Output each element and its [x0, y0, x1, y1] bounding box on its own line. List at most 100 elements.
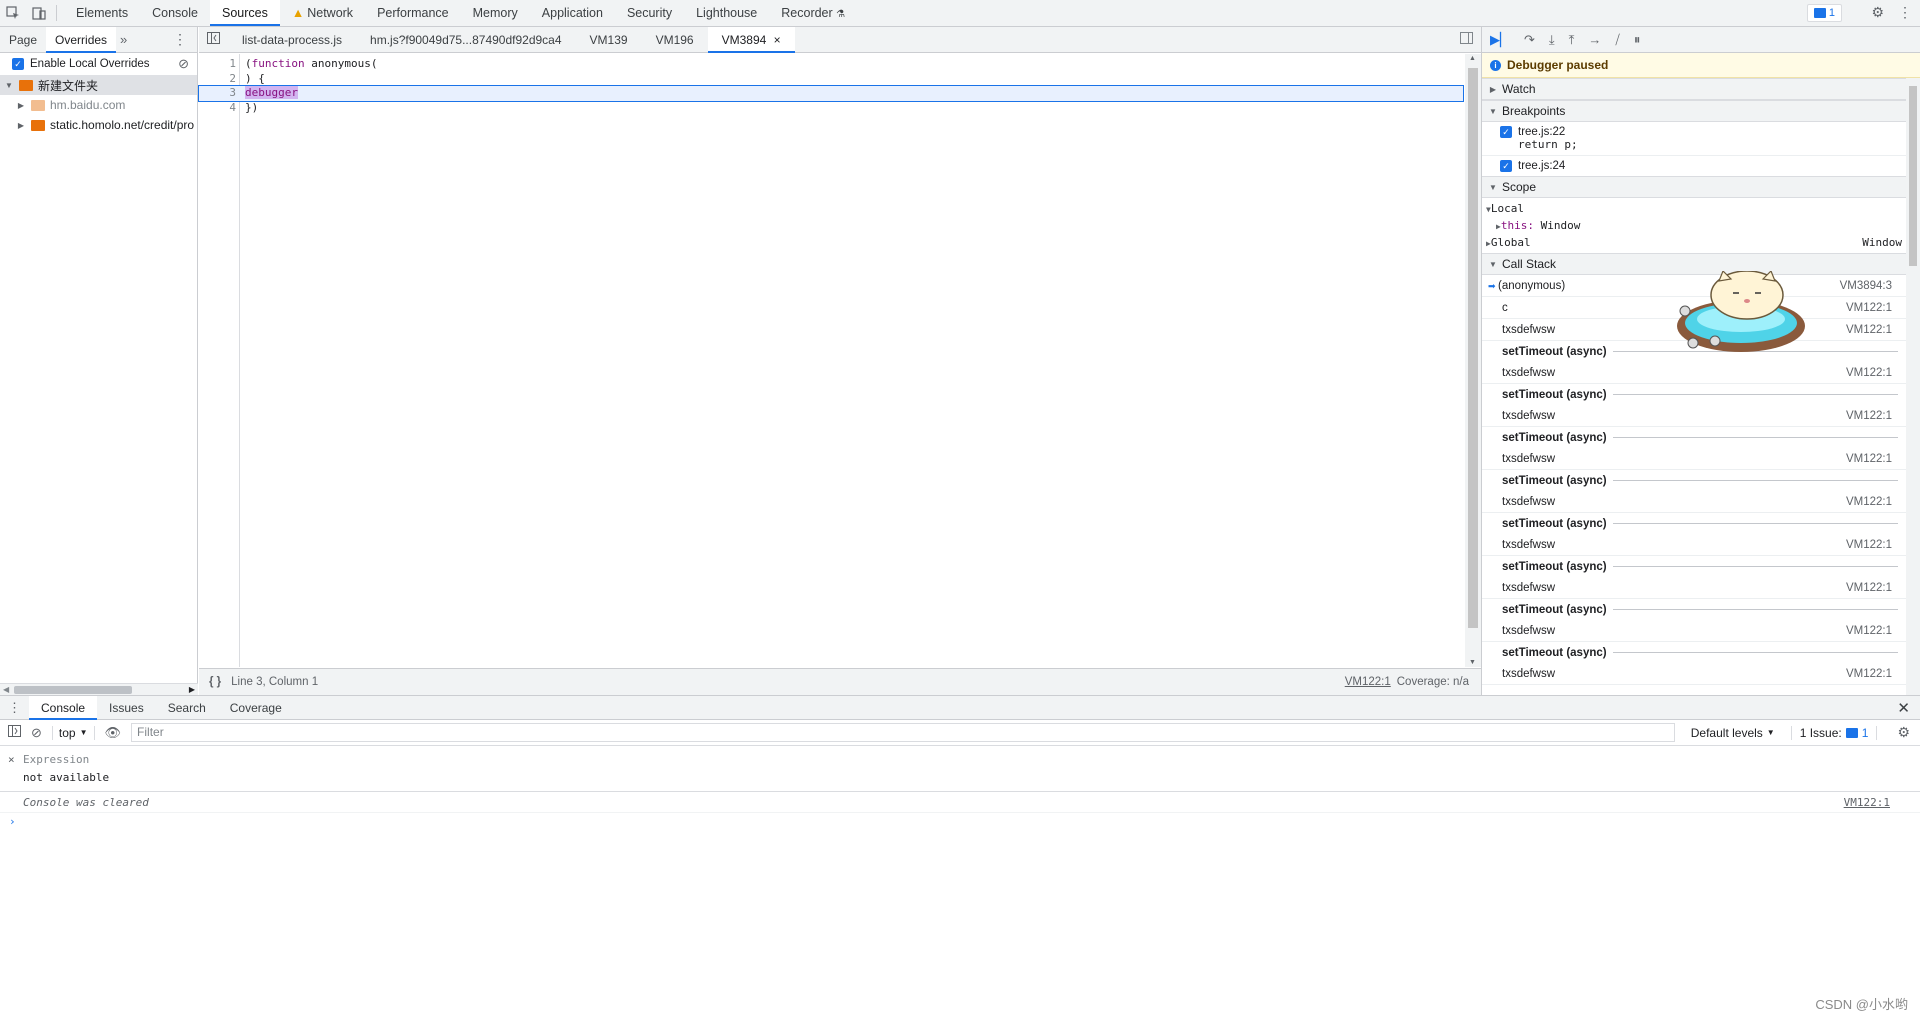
console-filter-input[interactable]: Filter — [131, 723, 1675, 742]
source-map-link[interactable]: VM122:1 — [1345, 676, 1391, 688]
section-watch[interactable]: ▶ Watch — [1482, 78, 1920, 100]
editor-vertical-scrollbar[interactable]: ▲ ▼ — [1465, 54, 1481, 667]
call-frame-location[interactable]: VM122:1 — [1846, 410, 1892, 422]
line-number[interactable]: 4 — [199, 101, 236, 116]
call-frame-location[interactable]: VM122:1 — [1846, 324, 1892, 336]
console-source-link[interactable]: VM122:1 — [1844, 792, 1890, 813]
line-number[interactable]: 3 — [199, 86, 236, 101]
issues-summary-button[interactable]: 1 Issue: 1 — [1790, 725, 1878, 740]
navigator-menu-icon[interactable]: ⋮ — [173, 31, 197, 48]
breakpoint-label[interactable]: tree.js:22 — [1518, 126, 1565, 138]
log-levels-dropdown[interactable]: Default levels ▼ — [1691, 726, 1775, 740]
code-area[interactable]: 1 (function anonymous( 2) { 3 debugger 4}) — [198, 54, 1464, 667]
tab-recorder[interactable]: Recorder ⚗ — [769, 0, 857, 26]
live-expression-eye-icon[interactable]: 👁 — [105, 725, 122, 741]
remove-expression-icon[interactable]: × — [8, 753, 15, 766]
call-frame[interactable]: txsdefwsw VM122:1 — [1482, 448, 1920, 470]
navigator-tab-page[interactable]: Page — [0, 27, 46, 53]
drawer-tab-search[interactable]: Search — [156, 696, 218, 720]
issues-counter-button[interactable]: 1 — [1806, 4, 1842, 22]
enable-overrides-checkbox[interactable]: ✓ — [12, 58, 24, 70]
step-into-icon[interactable]: ⤓ — [1549, 32, 1555, 48]
scrollbar-thumb[interactable] — [1909, 86, 1917, 266]
tab-sources[interactable]: Sources — [209, 0, 280, 26]
show-sidebar-icon[interactable] — [8, 725, 21, 740]
call-frame[interactable]: txsdefwsw VM122:1 — [1482, 577, 1920, 599]
scroll-left-icon[interactable]: ◀ — [3, 685, 9, 694]
call-frame[interactable]: txsdefwsw VM122:1 — [1482, 405, 1920, 427]
call-frame[interactable]: txsdefwsw VM122:1 — [1482, 534, 1920, 556]
scope-this[interactable]: ▶this: Window — [1482, 217, 1920, 234]
console-settings-gear-icon[interactable]: ⚙ — [1887, 724, 1920, 741]
code-line-4[interactable]: 4}) — [199, 101, 1463, 116]
scroll-up-icon[interactable]: ▲ — [1469, 55, 1476, 62]
toggle-debugger-icon[interactable] — [1460, 32, 1481, 47]
deactivate-breakpoints-icon[interactable]: ⧸ — [1615, 32, 1619, 48]
step-out-icon[interactable]: ⤒ — [1569, 32, 1575, 48]
tab-network[interactable]: ▲ Network — [280, 0, 365, 26]
drawer-menu-icon[interactable]: ⋮ — [0, 700, 29, 716]
drawer-tab-coverage[interactable]: Coverage — [218, 696, 294, 720]
call-frame-location[interactable]: VM122:1 — [1846, 668, 1892, 680]
section-breakpoints[interactable]: ▼ Breakpoints — [1482, 100, 1920, 122]
call-frame[interactable]: txsdefwsw VM122:1 — [1482, 491, 1920, 513]
scrollbar-thumb[interactable] — [14, 686, 132, 694]
sidebar-vertical-scrollbar[interactable] — [1906, 78, 1920, 695]
device-toolbar-icon[interactable] — [26, 0, 52, 26]
drawer-tab-issues[interactable]: Issues — [97, 696, 156, 720]
line-number[interactable]: 2 — [199, 72, 236, 87]
tab-security[interactable]: Security — [615, 0, 684, 26]
call-frame-location[interactable]: VM122:1 — [1846, 367, 1892, 379]
tree-item-hm-baidu[interactable]: ▶ hm.baidu.com — [0, 95, 197, 115]
tab-performance[interactable]: Performance — [365, 0, 461, 26]
inspect-element-icon[interactable] — [0, 0, 26, 26]
close-drawer-icon[interactable]: ✕ — [1897, 699, 1920, 717]
pretty-print-icon[interactable]: { } — [199, 676, 231, 688]
call-frame-location[interactable]: VM122:1 — [1846, 496, 1892, 508]
call-frame-location[interactable]: VM122:1 — [1846, 539, 1892, 551]
tree-item-static-homolo[interactable]: ▶ static.homolo.net/credit/pro — [0, 115, 197, 135]
scrollbar-thumb[interactable] — [1468, 68, 1478, 628]
navigator-horizontal-scrollbar[interactable]: ◀ ▶ — [0, 683, 198, 695]
navigator-tab-overrides[interactable]: Overrides — [46, 26, 117, 53]
code-line-1[interactable]: 1 (function anonymous( — [199, 57, 1463, 72]
scroll-right-icon[interactable]: ▶ — [189, 685, 195, 694]
tab-console[interactable]: Console — [140, 0, 210, 26]
resume-icon[interactable]: ▶▏ — [1490, 32, 1510, 48]
tab-memory[interactable]: Memory — [461, 0, 530, 26]
pause-on-exceptions-icon[interactable]: ⏸ — [1634, 32, 1641, 48]
expression-label[interactable]: Expression — [23, 753, 89, 766]
line-number[interactable]: 1 — [199, 57, 236, 72]
breakpoint-checkbox[interactable]: ✓ — [1500, 126, 1512, 138]
drawer-tab-console[interactable]: Console — [29, 695, 98, 720]
breakpoint-label[interactable]: tree.js:24 — [1518, 160, 1565, 172]
context-selector[interactable]: top ▼ — [51, 725, 95, 740]
editor-tab[interactable]: hm.js?f90049d75...87490df92d9ca4 — [356, 27, 576, 53]
code-line-2[interactable]: 2) { — [199, 72, 1463, 87]
editor-tab[interactable]: list-data-process.js — [228, 27, 356, 53]
call-frame-location[interactable]: VM3894:3 — [1840, 280, 1892, 292]
breakpoint-checkbox[interactable]: ✓ — [1500, 160, 1512, 172]
step-over-icon[interactable]: ↷ — [1524, 32, 1535, 48]
call-frame[interactable]: txsdefwsw VM122:1 — [1482, 362, 1920, 384]
clear-overrides-icon[interactable]: ⊘ — [178, 56, 189, 72]
tab-lighthouse[interactable]: Lighthouse — [684, 0, 769, 26]
editor-tab[interactable]: VM139 — [576, 27, 642, 53]
call-frame[interactable]: txsdefwsw VM122:1 — [1482, 620, 1920, 642]
call-frame-location[interactable]: VM122:1 — [1846, 625, 1892, 637]
tree-root-folder[interactable]: ▼ 新建文件夹 — [0, 75, 197, 95]
settings-gear-icon[interactable]: ⚙ — [1871, 4, 1884, 21]
toggle-navigator-icon[interactable] — [199, 32, 228, 47]
console-prompt-input[interactable]: › — [0, 813, 1920, 831]
more-options-icon[interactable]: ⋮ — [1898, 4, 1912, 21]
tab-application[interactable]: Application — [530, 0, 615, 26]
editor-tab[interactable]: VM196 — [642, 27, 708, 53]
call-frame-location[interactable]: VM122:1 — [1846, 582, 1892, 594]
clear-console-icon[interactable]: ⊘ — [31, 725, 42, 741]
scroll-down-icon[interactable]: ▼ — [1469, 659, 1476, 666]
tab-elements[interactable]: Elements — [64, 0, 140, 26]
call-frame-location[interactable]: VM122:1 — [1846, 302, 1892, 314]
call-frame-location[interactable]: VM122:1 — [1846, 453, 1892, 465]
scope-local[interactable]: ▼Local — [1482, 200, 1920, 217]
more-tabs-chevron-icon[interactable]: » — [116, 32, 131, 47]
